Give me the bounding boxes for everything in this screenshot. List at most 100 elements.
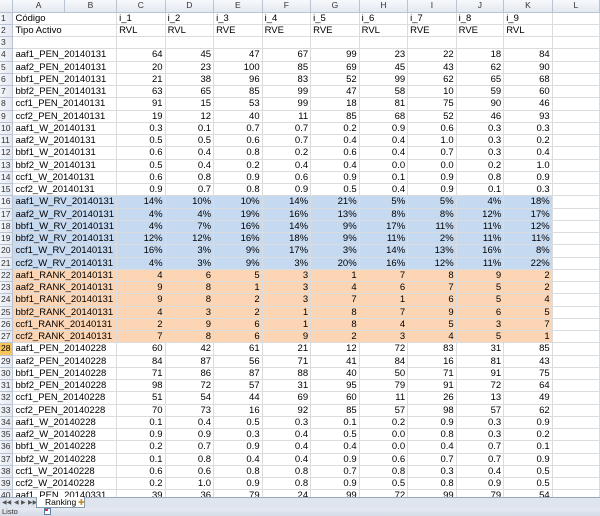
value-cell[interactable]: RVE bbox=[456, 24, 505, 38]
row-header[interactable]: 36 bbox=[0, 440, 14, 454]
first-sheet-icon[interactable]: ◀◀ bbox=[2, 499, 11, 506]
value-cell[interactable]: 0.9 bbox=[456, 477, 505, 491]
row-label-cell[interactable]: aaf2_W_20140131 bbox=[12, 134, 118, 148]
row-label-cell[interactable]: bbf1_RANK_20140131 bbox=[12, 293, 118, 307]
row-label-cell[interactable]: aaf1_PEN_20140331 bbox=[12, 489, 118, 497]
row-header[interactable]: 4 bbox=[0, 48, 14, 62]
value-cell[interactable]: 0.2 bbox=[503, 428, 553, 442]
value-cell[interactable]: 15 bbox=[165, 97, 215, 111]
row-label-cell[interactable]: bbf1_W_20140131 bbox=[12, 146, 118, 160]
value-cell[interactable]: 9% bbox=[310, 220, 360, 234]
value-cell[interactable]: 72 bbox=[456, 379, 505, 393]
row-header[interactable]: 7 bbox=[0, 85, 14, 99]
value-cell[interactable]: 22 bbox=[407, 48, 457, 62]
value-cell[interactable]: 18 bbox=[456, 48, 505, 62]
value-cell[interactable]: 0.3 bbox=[262, 416, 312, 430]
value-cell[interactable]: 3 bbox=[262, 281, 312, 295]
value-cell[interactable]: 70 bbox=[116, 404, 166, 417]
value-cell[interactable]: 39 bbox=[116, 489, 166, 497]
value-cell[interactable]: 8% bbox=[407, 208, 457, 221]
value-cell[interactable]: 0.7 bbox=[456, 440, 505, 454]
value-cell[interactable]: 4 bbox=[359, 318, 409, 332]
value-cell[interactable]: 14% bbox=[262, 220, 312, 234]
row-header[interactable]: 2 bbox=[0, 24, 14, 38]
value-cell[interactable]: 16% bbox=[213, 232, 263, 246]
empty-cell[interactable] bbox=[552, 36, 600, 50]
value-cell[interactable]: 47 bbox=[310, 85, 360, 99]
value-cell[interactable] bbox=[407, 36, 457, 50]
value-cell[interactable]: 8 bbox=[165, 281, 215, 295]
row-header[interactable]: 24 bbox=[0, 293, 14, 307]
value-cell[interactable]: 46 bbox=[456, 110, 505, 123]
value-cell[interactable]: 92 bbox=[262, 404, 312, 417]
value-cell[interactable]: 0.9 bbox=[213, 440, 263, 454]
value-cell[interactable]: 17% bbox=[359, 220, 409, 234]
value-cell[interactable]: 0.8 bbox=[407, 477, 457, 491]
value-cell[interactable]: 0.1 bbox=[359, 171, 409, 185]
value-cell[interactable]: 0.4 bbox=[262, 440, 312, 454]
row-label-cell[interactable]: Código bbox=[12, 12, 118, 25]
value-cell[interactable]: 17% bbox=[503, 208, 553, 221]
value-cell[interactable]: 22% bbox=[503, 257, 553, 270]
value-cell[interactable]: 8 bbox=[407, 269, 457, 283]
value-cell[interactable]: i_1 bbox=[116, 12, 166, 25]
value-cell[interactable]: 12 bbox=[310, 342, 360, 356]
value-cell[interactable]: 7% bbox=[165, 220, 215, 234]
value-cell[interactable]: 0.3 bbox=[456, 428, 505, 442]
value-cell[interactable]: 8% bbox=[503, 244, 553, 258]
column-header-C[interactable]: C bbox=[116, 0, 166, 13]
value-cell[interactable]: 52 bbox=[310, 73, 360, 87]
value-cell[interactable]: 0.5 bbox=[503, 465, 553, 479]
row-label-cell[interactable]: ccf1_W_RV_20140131 bbox=[12, 244, 118, 258]
value-cell[interactable]: 18% bbox=[262, 232, 312, 246]
value-cell[interactable]: 54 bbox=[165, 391, 215, 405]
value-cell[interactable]: 68 bbox=[359, 110, 409, 123]
value-cell[interactable]: 0.8 bbox=[213, 183, 263, 197]
value-cell[interactable]: 59 bbox=[456, 85, 505, 99]
value-cell[interactable]: 4 bbox=[503, 293, 553, 307]
column-header-H[interactable]: H bbox=[359, 0, 409, 13]
row-label-cell[interactable]: aaf1_W_RV_20140131 bbox=[12, 195, 118, 209]
value-cell[interactable]: 57 bbox=[456, 404, 505, 417]
value-cell[interactable]: 16% bbox=[213, 220, 263, 234]
value-cell[interactable]: 7 bbox=[310, 293, 360, 307]
value-cell[interactable]: 0.6 bbox=[407, 122, 457, 136]
row-label-cell[interactable]: bbf2_W_RV_20140131 bbox=[12, 232, 118, 246]
value-cell[interactable]: 90 bbox=[456, 97, 505, 111]
empty-cell[interactable] bbox=[552, 293, 600, 307]
value-cell[interactable]: 0.8 bbox=[165, 171, 215, 185]
value-cell[interactable] bbox=[456, 36, 505, 50]
value-cell[interactable]: 0.9 bbox=[262, 183, 312, 197]
value-cell[interactable]: 13 bbox=[456, 391, 505, 405]
value-cell[interactable]: 0.2 bbox=[456, 159, 505, 172]
empty-cell[interactable] bbox=[552, 61, 600, 74]
value-cell[interactable]: 3% bbox=[262, 257, 312, 270]
empty-cell[interactable] bbox=[552, 159, 600, 172]
value-cell[interactable]: 19% bbox=[213, 208, 263, 221]
value-cell[interactable]: 0.7 bbox=[165, 440, 215, 454]
value-cell[interactable]: 12% bbox=[456, 208, 505, 221]
value-cell[interactable]: 84 bbox=[503, 48, 553, 62]
value-cell[interactable]: 4% bbox=[456, 195, 505, 209]
value-cell[interactable]: 0.9 bbox=[165, 428, 215, 442]
value-cell[interactable]: 23 bbox=[359, 48, 409, 62]
column-header-K[interactable]: K bbox=[503, 0, 553, 13]
value-cell[interactable]: 79 bbox=[456, 489, 505, 497]
row-label-cell[interactable]: aaf2_PEN_20140131 bbox=[12, 61, 118, 74]
value-cell[interactable]: 81 bbox=[456, 355, 505, 368]
row-label-cell[interactable]: bbf2_PEN_20140228 bbox=[12, 379, 118, 393]
empty-cell[interactable] bbox=[552, 110, 600, 123]
value-cell[interactable]: 3% bbox=[165, 244, 215, 258]
value-cell[interactable]: 12% bbox=[165, 232, 215, 246]
value-cell[interactable]: 0.9 bbox=[116, 183, 166, 197]
row-label-cell[interactable]: ccf1_PEN_20140131 bbox=[12, 97, 118, 111]
row-header[interactable]: 11 bbox=[0, 134, 14, 148]
value-cell[interactable]: 65 bbox=[165, 85, 215, 99]
value-cell[interactable]: 4% bbox=[165, 208, 215, 221]
empty-cell[interactable] bbox=[552, 355, 600, 368]
empty-cell[interactable] bbox=[552, 220, 600, 234]
value-cell[interactable]: 0.8 bbox=[165, 453, 215, 466]
empty-cell[interactable] bbox=[552, 391, 600, 405]
value-cell[interactable]: 0.2 bbox=[116, 440, 166, 454]
row-header[interactable]: 27 bbox=[0, 330, 14, 344]
